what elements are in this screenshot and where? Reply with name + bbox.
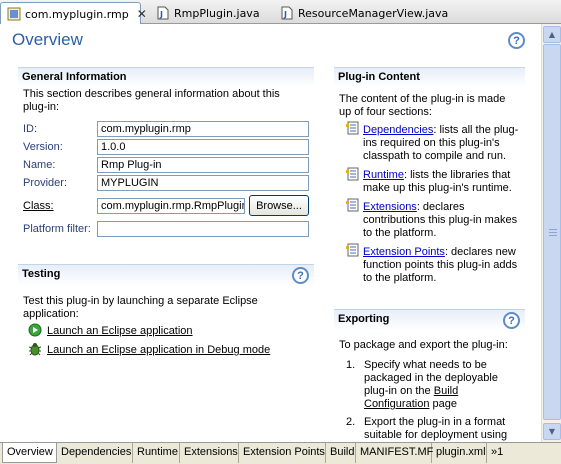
plugin-content-header: Plug-in Content [334,67,525,87]
id-label: ID: [23,123,38,135]
content-item-extension-points: Extension Points: declares new function … [363,246,518,284]
editor-page-tabs: Overview Dependencies Runtime Extensions… [0,442,561,464]
launch-app-link[interactable]: Launch an Eclipse application [47,325,193,338]
page-tab-dependencies[interactable]: Dependencies [57,443,133,463]
debug-icon [28,342,42,356]
platform-filter-label: Platform filter: [23,223,91,235]
version-field[interactable]: 1.0.0 [97,139,309,155]
page-title: Overview [12,30,83,49]
editor-tab-bar: com.myplugin.rmp ✕ J RmpPlugin.java J Re… [0,0,561,25]
page-tab-manifest[interactable]: MANIFEST.MF [356,443,433,463]
page-tab-extension-points[interactable]: Extension Points [239,443,326,463]
overview-form: Overview ? General Information This sect… [0,24,541,442]
svg-text:J: J [159,10,163,19]
scroll-down-icon[interactable]: ▼ [543,423,561,440]
name-label: Name: [23,159,56,171]
close-icon[interactable]: ✕ [137,7,147,21]
page-tab-build[interactable]: Build [326,443,356,463]
java-file-icon: J [280,6,294,20]
editor-tab-rmpplugin[interactable]: J RmpPlugin.java [150,2,272,24]
page-icon [346,243,360,257]
testing-header: Testing [18,264,314,286]
svg-text:J: J [283,10,287,19]
help-icon[interactable]: ? [508,32,525,49]
content-item-extensions: Extensions: declares contributions this … [363,201,518,239]
scrollbar-thumb[interactable] [543,44,561,420]
testing-help-icon[interactable]: ? [292,267,309,284]
launch-debug-link[interactable]: Launch an Eclipse application in Debug m… [47,344,270,357]
editor-tab-label: RmpPlugin.java [174,6,260,20]
vertical-scrollbar[interactable]: ▲ ▼ [541,24,561,442]
content-item-runtime: Runtime: lists the libraries that make u… [363,169,512,194]
extensions-link[interactable]: Extensions [363,201,417,213]
export-step-1: Specify what needs to be packaged in the… [364,359,498,410]
page-tab-runtime[interactable]: Runtime [133,443,180,463]
general-info-description: This section describes general informati… [23,88,280,113]
runtime-link[interactable]: Runtime [363,169,404,181]
name-field[interactable]: Rmp Plug-in [97,157,309,173]
plugin-manifest-icon [7,7,21,21]
platform-filter-field[interactable] [97,221,309,237]
page-icon [346,198,360,212]
provider-field[interactable]: MYPLUGIN [97,175,309,191]
content-item-dependencies: Dependencies: lists all the plug-ins req… [363,124,519,162]
version-label: Version: [23,141,63,153]
id-field[interactable]: com.myplugin.rmp [97,121,309,137]
class-field[interactable]: com.myplugin.rmp.RmpPlugin [97,198,245,214]
plugin-content-description: The content of the plug-in is made up of… [339,93,506,118]
page-icon [346,121,360,135]
provider-label: Provider: [23,177,68,189]
step-number: 1. [346,359,356,371]
page-tab-plugin-xml[interactable]: plugin.xml [432,443,487,463]
general-info-header: General Information [18,67,314,87]
class-link[interactable]: Class: [23,200,54,213]
browse-button[interactable]: Browse... [249,195,309,216]
editor-tab-resourcemanager[interactable]: J ResourceManagerView.java [274,2,448,24]
exporting-header: Exporting [334,309,525,331]
step-number: 2. [346,416,356,428]
java-file-icon: J [156,6,170,20]
page-icon [346,167,360,181]
more-tabs-chevron-icon[interactable]: »1 [487,443,513,463]
page-tab-overview[interactable]: Overview [2,443,57,463]
run-icon [28,323,42,337]
scroll-up-icon[interactable]: ▲ [543,26,561,43]
editor-tab-label: com.myplugin.rmp [25,7,129,21]
exporting-help-icon[interactable]: ? [503,312,520,329]
exporting-description: To package and export the plug-in: [339,339,508,351]
editor-tab-manifest[interactable]: com.myplugin.rmp ✕ [0,2,147,25]
testing-description: Test this plug-in by launching a separat… [23,295,258,320]
export-step-2: Export the plug-in in a format suitable … [364,416,508,441]
extension-points-link[interactable]: Extension Points [363,246,445,258]
editor-tab-label: ResourceManagerView.java [298,6,449,20]
dependencies-link[interactable]: Dependencies [363,124,433,136]
page-tab-extensions[interactable]: Extensions [180,443,239,463]
